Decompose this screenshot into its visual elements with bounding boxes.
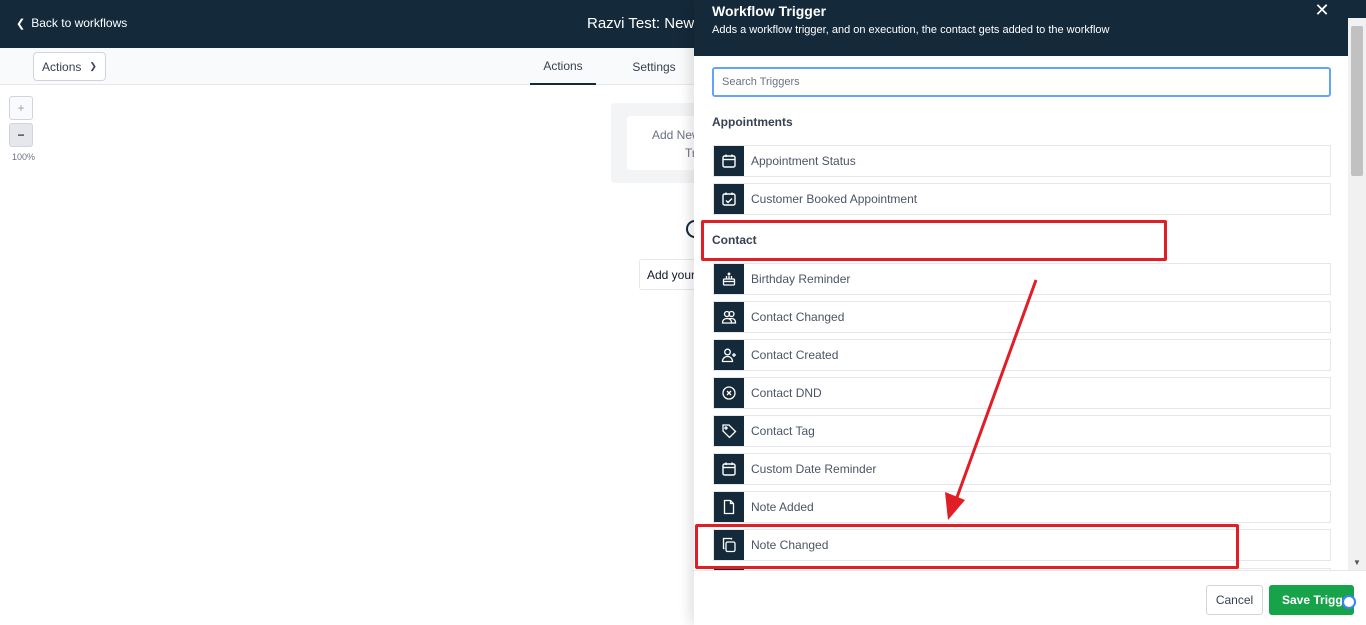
trigger-item-note-added[interactable]: Note Added <box>713 491 1331 523</box>
tab-settings[interactable]: Settings <box>624 48 684 85</box>
tag-icon <box>714 416 744 446</box>
trigger-item-label: Contact DND <box>751 386 822 400</box>
trigger-item-contact-changed[interactable]: Contact Changed <box>713 301 1331 333</box>
cake-icon <box>714 264 744 294</box>
actions-dropdown[interactable]: Actions ❯ <box>33 52 106 81</box>
zoom-level-label: 100% <box>12 152 36 162</box>
trigger-item-label: Birthday Reminder <box>751 272 851 286</box>
users-icon <box>714 302 744 332</box>
workflow-trigger-drawer: Workflow Trigger Adds a workflow trigger… <box>694 0 1366 625</box>
cancel-button[interactable]: Cancel <box>1206 585 1263 615</box>
trigger-item-label: Contact Changed <box>751 310 845 324</box>
trigger-item-label: Note Added <box>751 500 814 514</box>
calendar-icon <box>714 454 744 484</box>
user-plus-icon <box>714 340 744 370</box>
drawer-scrollbar[interactable]: ▼ <box>1348 18 1366 570</box>
zoom-out-button[interactable]: − <box>9 123 33 147</box>
trigger-item-label: Note Changed <box>751 538 829 552</box>
trigger-item-label: Appointment Status <box>751 154 856 168</box>
trigger-item-birthday-reminder[interactable]: Birthday Reminder <box>713 263 1331 295</box>
chat-widget-icon[interactable] <box>1342 595 1356 609</box>
drawer-header: Workflow Trigger Adds a workflow trigger… <box>694 0 1366 56</box>
section-label-contact: Contact <box>712 233 757 247</box>
copy-icon <box>714 530 744 560</box>
calendar-icon <box>714 146 744 176</box>
drawer-footer: Cancel Save Trigger <box>694 570 1366 625</box>
section-label-appointments: Appointments <box>712 115 793 129</box>
back-to-workflows-link[interactable]: ❮ Back to workflows <box>16 16 127 30</box>
search-triggers-input[interactable] <box>712 67 1331 97</box>
trigger-item-note-changed[interactable]: Note Changed <box>713 529 1331 561</box>
scrollbar-thumb[interactable] <box>1351 26 1363 176</box>
close-icon[interactable]: ✕ <box>1314 0 1330 20</box>
circle-x-icon <box>714 378 744 408</box>
trigger-item-custom-date-reminder[interactable]: Custom Date Reminder <box>713 453 1331 485</box>
zoom-in-button[interactable]: + <box>9 96 33 120</box>
trigger-item-contact-tag[interactable]: Contact Tag <box>713 415 1331 447</box>
back-link-label: Back to workflows <box>31 16 128 30</box>
tab-actions[interactable]: Actions <box>530 48 596 85</box>
actions-dropdown-label: Actions <box>42 59 82 74</box>
trigger-item-contact-created[interactable]: Contact Created <box>713 339 1331 371</box>
file-icon <box>714 492 744 522</box>
chevron-down-icon: ❯ <box>89 61 97 71</box>
drawer-title: Workflow Trigger <box>712 3 827 19</box>
add-action-text: Add your <box>647 268 696 282</box>
trigger-item-contact-dnd[interactable]: Contact DND <box>713 377 1331 409</box>
trigger-item-label: Customer Booked Appointment <box>751 192 918 206</box>
trigger-item-label: Custom Date Reminder <box>751 462 877 476</box>
trigger-item-customer-booked-appointment[interactable]: Customer Booked Appointment <box>713 183 1331 215</box>
trigger-item-appointment-status[interactable]: Appointment Status <box>713 145 1331 177</box>
calendar-check-icon <box>714 184 744 214</box>
trigger-item-label: Contact Tag <box>751 424 815 438</box>
scroll-down-arrow-icon[interactable]: ▼ <box>1351 558 1363 568</box>
chevron-left-icon: ❮ <box>16 17 26 30</box>
trigger-item-label: Contact Created <box>751 348 839 362</box>
drawer-subtitle: Adds a workflow trigger, and on executio… <box>712 24 1110 36</box>
